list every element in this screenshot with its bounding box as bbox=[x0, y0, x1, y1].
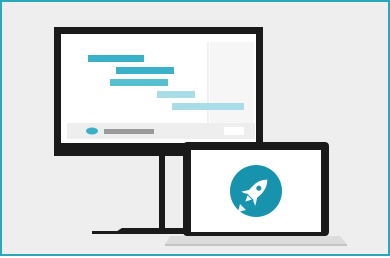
gantt-bar bbox=[110, 79, 168, 86]
laptop-base bbox=[165, 236, 347, 244]
status-bar bbox=[104, 129, 154, 134]
rocket-icon bbox=[230, 165, 282, 217]
gantt-bar bbox=[157, 91, 195, 98]
status-dot bbox=[86, 127, 98, 135]
gantt-bar bbox=[88, 55, 144, 62]
monitor-stand-neck bbox=[159, 156, 165, 234]
footer-button bbox=[224, 127, 244, 135]
laptop-base-edge bbox=[165, 244, 347, 246]
devices-illustration bbox=[54, 27, 347, 246]
gantt-bar bbox=[172, 103, 244, 110]
illustration-frame bbox=[0, 0, 390, 256]
laptop bbox=[165, 142, 347, 246]
gantt-bar bbox=[116, 67, 174, 74]
